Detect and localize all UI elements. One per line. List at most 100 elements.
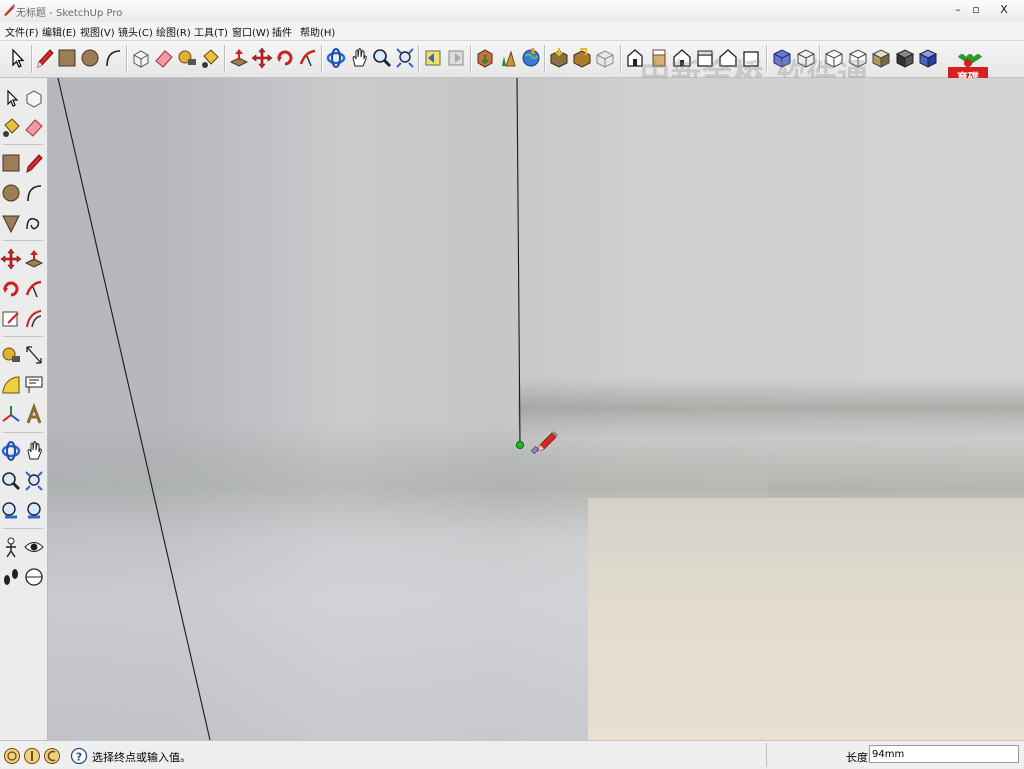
move-icon[interactable]: [251, 46, 273, 70]
measurements-input[interactable]: 94mm: [869, 745, 1019, 763]
paint-bucket-icon[interactable]: [0, 115, 22, 139]
right-view-icon[interactable]: [694, 46, 716, 70]
section-plane-icon[interactable]: [23, 565, 45, 589]
zoom-icon[interactable]: [371, 46, 393, 70]
menu-tools[interactable]: 工具(T): [194, 24, 228, 39]
minimize-button[interactable]: –: [948, 2, 968, 18]
wireframe-icon[interactable]: [795, 46, 817, 70]
push-pull-icon[interactable]: [228, 46, 250, 70]
scale-icon[interactable]: [0, 307, 22, 331]
rotate-icon[interactable]: [0, 277, 22, 301]
make-component-icon[interactable]: [130, 46, 152, 70]
help-icon[interactable]: ?: [70, 747, 88, 765]
protractor-icon[interactable]: [0, 373, 22, 397]
menu-window[interactable]: 窗口(W): [232, 24, 270, 39]
iso-view-icon[interactable]: [624, 46, 646, 70]
freehand-icon[interactable]: [23, 211, 45, 235]
shaded-icon[interactable]: [847, 46, 869, 70]
axes-icon[interactable]: [0, 403, 22, 427]
rotate-icon[interactable]: [274, 46, 296, 70]
menu-draw[interactable]: 绘图(R): [156, 24, 191, 39]
pan-icon[interactable]: [23, 439, 45, 463]
viewport-geometry: [57, 78, 558, 740]
main-toolbar: 中新金桥 软件通 育碟 软件: [0, 41, 1024, 99]
user-icon[interactable]: [43, 747, 61, 765]
zoom-icon[interactable]: [0, 469, 22, 493]
next-view-icon[interactable]: [445, 46, 467, 70]
next-view-icon[interactable]: [23, 499, 45, 523]
previous-view-icon[interactable]: [422, 46, 444, 70]
google-earth-icon[interactable]: [520, 46, 542, 70]
hidden-line-icon[interactable]: [823, 46, 845, 70]
credits-icon[interactable]: [23, 747, 41, 765]
style-blue-icon[interactable]: [917, 46, 939, 70]
drawing-viewport[interactable]: [48, 78, 1024, 740]
circle-icon[interactable]: [79, 46, 101, 70]
text-icon[interactable]: [23, 373, 45, 397]
look-around-icon[interactable]: [23, 535, 45, 559]
menu-camera[interactable]: 镜头(C): [118, 24, 153, 39]
share-model-icon[interactable]: [497, 46, 519, 70]
menu-plugins[interactable]: 插件: [272, 24, 292, 39]
pencil-icon[interactable]: [34, 46, 56, 70]
back-view-icon[interactable]: [717, 46, 739, 70]
endpoint-marker: [515, 440, 525, 450]
menu-help[interactable]: 帮助(H): [300, 24, 335, 39]
arc-icon[interactable]: [23, 181, 45, 205]
photo-texture-icon[interactable]: [548, 46, 570, 70]
push-pull-icon[interactable]: [23, 247, 45, 271]
xray-icon[interactable]: [771, 46, 793, 70]
zoom-extents-icon[interactable]: [394, 46, 416, 70]
rectangle-icon[interactable]: [56, 46, 78, 70]
circle-icon[interactable]: [0, 181, 22, 205]
app-icon: [2, 3, 16, 17]
window-title: 无标题 - SketchUp Pro: [16, 8, 123, 19]
walk-icon[interactable]: [0, 565, 22, 589]
follow-me-icon[interactable]: [297, 46, 319, 70]
eraser-icon[interactable]: [153, 46, 175, 70]
left-toolbar: [0, 78, 48, 740]
front-view-icon[interactable]: [671, 46, 693, 70]
previous-view-icon[interactable]: [0, 499, 22, 523]
pencil-cursor-icon: [531, 431, 558, 454]
rectangle-icon[interactable]: [0, 151, 22, 175]
tape-measure-icon[interactable]: [176, 46, 198, 70]
line-icon[interactable]: [23, 151, 45, 175]
vertical-edge: [516, 78, 521, 446]
position-camera-icon[interactable]: [0, 535, 22, 559]
paint-bucket-icon[interactable]: [199, 46, 221, 70]
follow-me-icon[interactable]: [23, 277, 45, 301]
shaded-textures-icon[interactable]: [870, 46, 892, 70]
get-models-icon[interactable]: [474, 46, 496, 70]
orbit-icon[interactable]: [0, 439, 22, 463]
select-icon[interactable]: [0, 86, 22, 110]
menu-view[interactable]: 视图(V): [80, 24, 115, 39]
menu-edit[interactable]: 编辑(E): [42, 24, 76, 39]
toggle-terrain-icon[interactable]: [594, 46, 616, 70]
orbit-icon[interactable]: [325, 46, 347, 70]
zoom-window-icon[interactable]: [23, 469, 45, 493]
top-view-icon[interactable]: [648, 46, 670, 70]
add-location-icon[interactable]: [571, 46, 593, 70]
polygon-icon[interactable]: [0, 211, 22, 235]
3d-text-icon[interactable]: [23, 403, 45, 427]
pan-icon[interactable]: [348, 46, 370, 70]
monochrome-icon[interactable]: [894, 46, 916, 70]
make-component-icon[interactable]: [23, 86, 45, 110]
geo-location-icon[interactable]: [3, 747, 21, 765]
dimension-icon[interactable]: [23, 343, 45, 367]
eraser-icon[interactable]: [23, 115, 45, 139]
menu-file[interactable]: 文件(F): [5, 24, 39, 39]
measurements-label: 长度: [846, 751, 868, 764]
tape-measure-icon[interactable]: [0, 343, 22, 367]
arc-icon[interactable]: [102, 46, 124, 70]
status-bar: ? 选择终点或输入值。 长度 94mm: [0, 740, 1024, 769]
select-icon[interactable]: [6, 46, 28, 70]
close-button[interactable]: X: [994, 2, 1014, 18]
offset-icon[interactable]: [23, 307, 45, 331]
move-icon[interactable]: [0, 247, 22, 271]
maximize-button[interactable]: ▫: [966, 2, 986, 18]
left-view-icon[interactable]: [740, 46, 762, 70]
title-bar: 无标题 - SketchUp Pro – ▫ X: [0, 0, 1024, 23]
diagonal-edge: [57, 78, 211, 740]
